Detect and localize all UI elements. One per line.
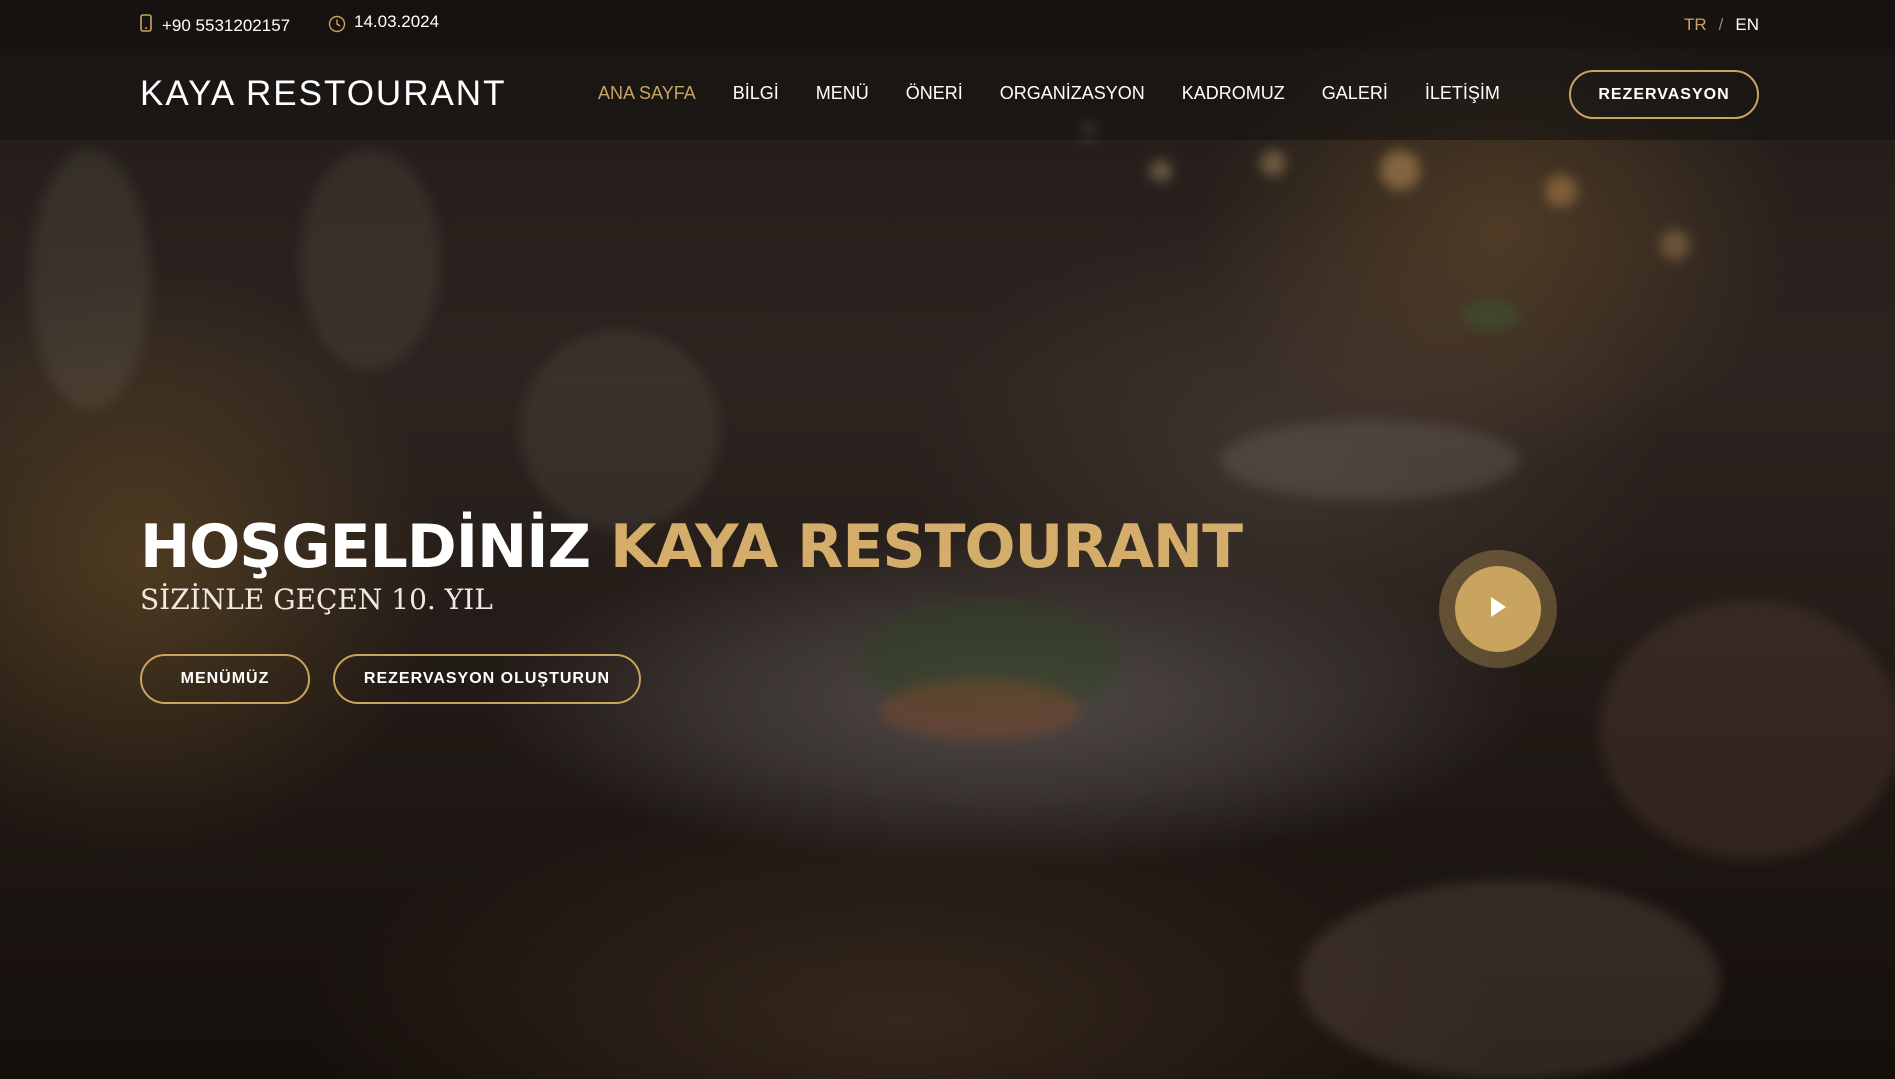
menu-button[interactable]: MENÜMÜZ	[140, 654, 310, 704]
brand-logo[interactable]: KAYA RESTOURANT	[140, 74, 506, 114]
language-tr-link[interactable]: TR	[1684, 15, 1707, 35]
nav-item-galeri[interactable]: GALERİ	[1322, 83, 1388, 104]
nav-item-iletisim[interactable]: İLETİŞİM	[1425, 83, 1500, 104]
language-separator: /	[1718, 15, 1724, 34]
phone-number: +90 5531202157	[162, 15, 291, 35]
headline-restaurant-name: KAYA RESTOURANT	[609, 512, 1243, 582]
nav-item-kadromuz[interactable]: KADROMUZ	[1182, 83, 1285, 104]
top-info-bar: +90 5531202157 14.03.2024 TR / EN	[0, 0, 1895, 49]
nav-item-menu[interactable]: MENÜ	[816, 83, 869, 104]
clock-icon	[328, 15, 346, 38]
date-display: 14.03.2024	[328, 5, 439, 38]
date-text: 14.03.2024	[354, 11, 440, 31]
language-switcher: TR / EN	[1684, 15, 1759, 35]
create-reservation-button[interactable]: REZERVASYON OLUŞTURUN	[333, 654, 641, 704]
phone-contact[interactable]: +90 5531202157	[140, 14, 290, 37]
hero-subheadline: SİZİNLE GEÇEN 10. YIL	[140, 583, 493, 616]
headline-welcome: HOŞGELDİNİZ	[140, 512, 591, 582]
mobile-phone-icon	[140, 14, 152, 37]
hero-headline: HOŞGELDİNİZ KAYA RESTOURANT	[140, 512, 1243, 582]
language-en-link[interactable]: EN	[1735, 15, 1759, 35]
nav-item-oneri[interactable]: ÖNERİ	[906, 83, 963, 104]
reservation-button[interactable]: REZERVASYON	[1569, 70, 1759, 119]
nav-item-organizasyon[interactable]: ORGANİZASYON	[1000, 83, 1145, 104]
main-navbar: KAYA RESTOURANT ANA SAYFA BİLGİ MENÜ ÖNE…	[0, 49, 1895, 140]
nav-item-ana-sayfa[interactable]: ANA SAYFA	[598, 83, 696, 104]
main-nav: ANA SAYFA BİLGİ MENÜ ÖNERİ ORGANİZASYON …	[598, 83, 1500, 104]
play-icon	[1487, 594, 1509, 625]
play-button-inner[interactable]	[1455, 566, 1541, 652]
nav-item-bilgi[interactable]: BİLGİ	[733, 83, 779, 104]
video-play-button[interactable]	[1439, 550, 1557, 668]
